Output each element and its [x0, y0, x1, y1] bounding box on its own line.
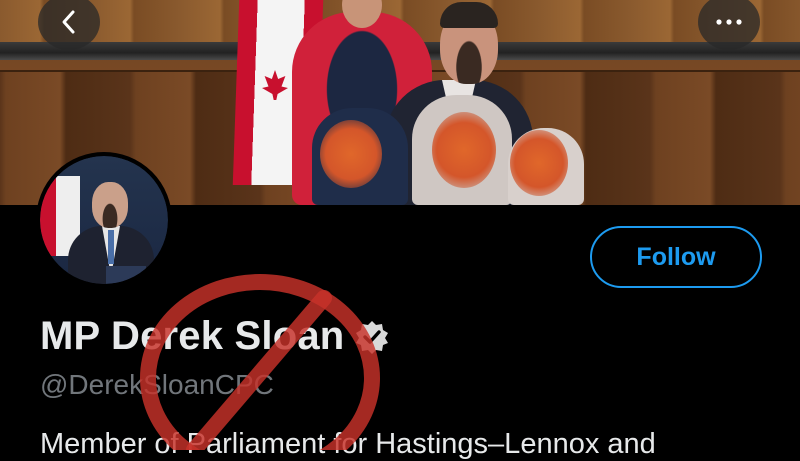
face-blur [510, 130, 568, 196]
avatar-podium [106, 266, 146, 284]
display-name: MP Derek Sloan [40, 314, 345, 358]
man-hair [440, 2, 498, 28]
face-blur [432, 112, 496, 188]
avatar-photo [40, 156, 168, 284]
chevron-left-icon [62, 10, 75, 34]
profile-bio: Member of Parliament for Hastings–Lennox… [40, 428, 656, 460]
avatar-head [92, 182, 128, 228]
verified-badge-icon [356, 320, 389, 354]
avatar-tie [108, 230, 114, 264]
profile-handle: @DerekSloanCPC [40, 369, 274, 400]
more-horizontal-icon [716, 19, 742, 25]
avatar[interactable] [36, 152, 172, 288]
follow-button[interactable]: Follow [590, 226, 762, 288]
face-blur [320, 120, 382, 188]
name-row: MP Derek Sloan [40, 314, 390, 359]
